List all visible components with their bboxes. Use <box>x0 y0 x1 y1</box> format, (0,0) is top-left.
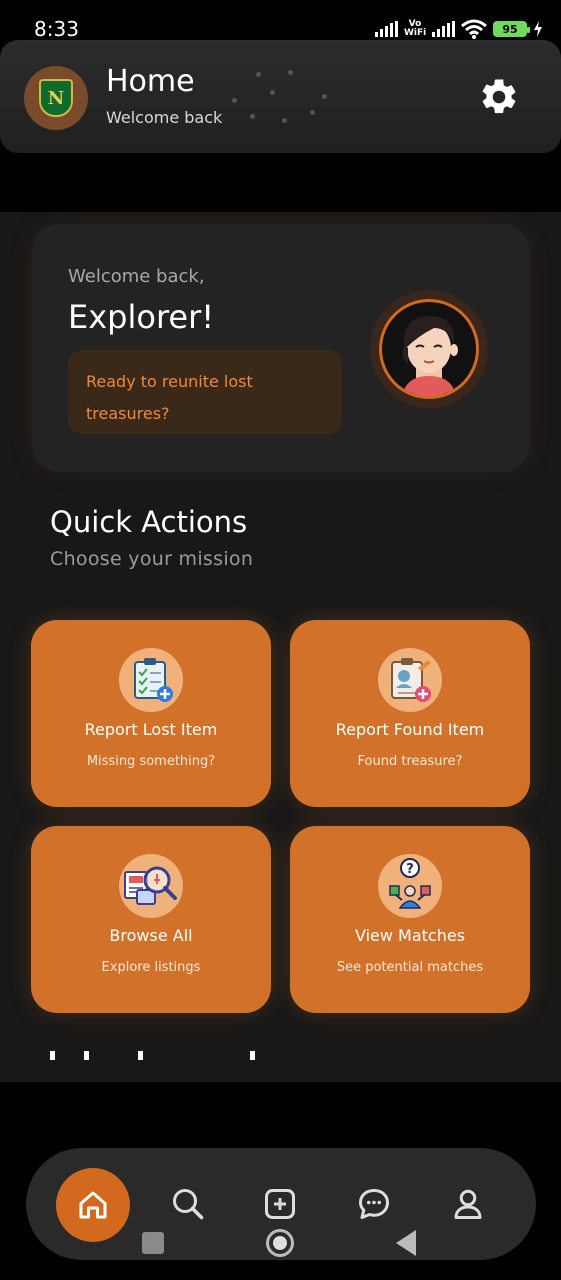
nav-profile[interactable] <box>448 1184 488 1224</box>
section-title: Quick Actions <box>50 505 248 539</box>
home-icon <box>79 1191 107 1219</box>
status-icons: Vo WiFi 95 <box>375 16 543 42</box>
welcome-name: Explorer! <box>68 298 215 336</box>
report-found-item-button[interactable]: Report Found Item Found treasure? <box>290 620 530 807</box>
profile-icon <box>454 1189 482 1219</box>
cutoff-section-heading <box>50 1046 290 1060</box>
svg-text:?: ? <box>406 862 414 877</box>
action-description: See potential matches <box>336 960 484 975</box>
action-label: Report Found Item <box>335 720 485 739</box>
action-description: Explore listings <box>101 960 201 975</box>
signal-icon <box>375 21 398 37</box>
action-description: Missing something? <box>86 754 216 769</box>
status-bar: 8:33 Vo WiFi 95 <box>0 0 561 44</box>
avatar[interactable] <box>370 290 488 408</box>
clipboard-checklist-icon <box>119 648 183 712</box>
nav-home[interactable] <box>56 1168 130 1242</box>
magnifier-listings-icon <box>119 854 183 918</box>
battery-icon: 95 <box>493 21 530 37</box>
system-home-button[interactable] <box>266 1229 294 1257</box>
signal-icon-2 <box>432 21 455 37</box>
action-label: Report Lost Item <box>84 720 218 739</box>
wifi-icon <box>461 19 487 39</box>
report-lost-item-button[interactable]: Report Lost Item Missing something? <box>31 620 271 807</box>
action-description: Found treasure? <box>357 754 463 769</box>
nav-search[interactable] <box>168 1184 208 1224</box>
welcome-greeting: Welcome back, <box>68 266 205 287</box>
section-subtitle: Choose your mission <box>50 548 254 570</box>
add-icon <box>265 1189 295 1219</box>
search-icon <box>173 1189 204 1220</box>
nav-chat[interactable] <box>354 1184 394 1224</box>
action-label: Browse All <box>109 926 193 945</box>
shield-logo-icon: N <box>39 79 73 117</box>
nav-add[interactable] <box>260 1184 300 1224</box>
status-time: 8:33 <box>34 17 79 41</box>
back-button[interactable] <box>396 1230 416 1256</box>
gear-icon[interactable] <box>478 76 520 118</box>
welcome-card: Welcome back, Explorer! Ready to reunite… <box>32 224 530 472</box>
app-logo: N <box>24 66 88 130</box>
app-header: N Home Welcome back <box>0 40 561 153</box>
chat-icon <box>359 1189 389 1219</box>
browse-all-button[interactable]: Browse All Explore listings <box>31 826 271 1013</box>
person-question-icon: ? <box>378 854 442 918</box>
tagline-pill: Ready to reunite lost treasures? <box>68 350 342 434</box>
page-title: Home <box>106 64 195 99</box>
vowifi-label: Vo WiFi <box>404 19 427 38</box>
action-label: View Matches <box>354 926 466 945</box>
recent-apps-button[interactable] <box>142 1232 164 1254</box>
view-matches-button[interactable]: ? View Matches See potential matches <box>290 826 530 1013</box>
page-subtitle: Welcome back <box>106 108 223 127</box>
avatar-icon <box>379 299 479 399</box>
clipboard-person-icon <box>378 648 442 712</box>
charging-icon <box>534 21 542 37</box>
